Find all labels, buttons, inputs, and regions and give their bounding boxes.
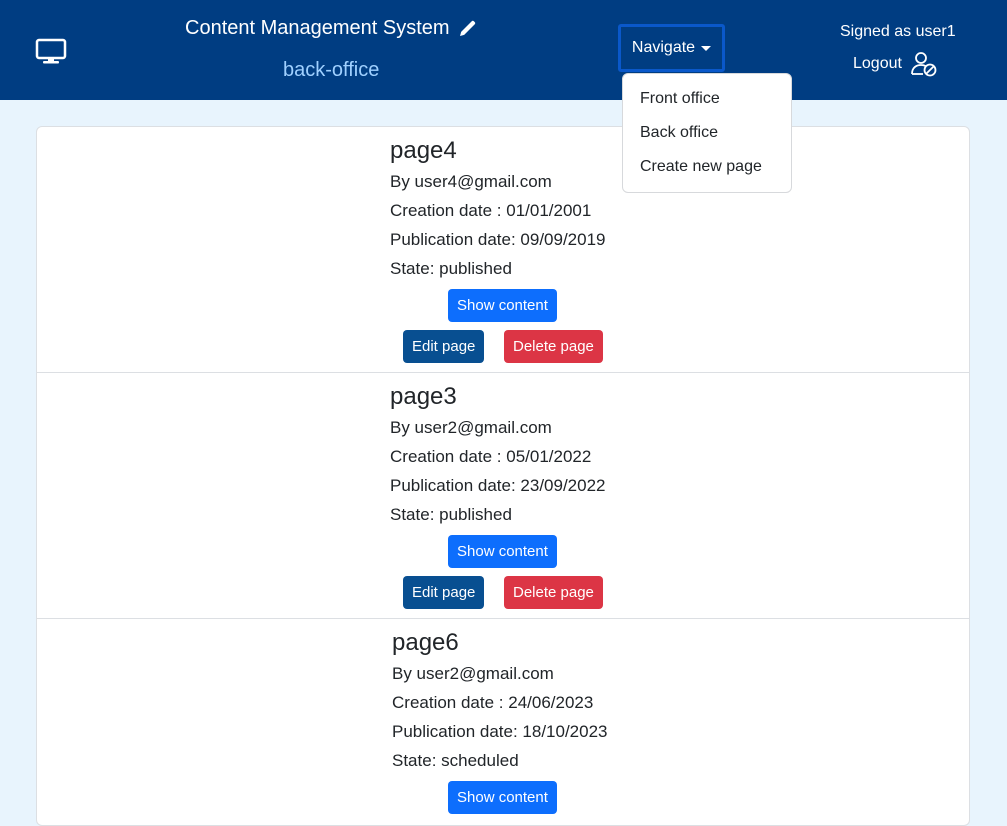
page-list-item: page6 By user2@gmail.com Creation date :…	[37, 619, 969, 825]
page-state: State: scheduled	[392, 751, 519, 770]
page-creation-date: Creation date : 01/01/2001	[390, 201, 592, 220]
page-list-item: page4 By user4@gmail.com Creation date :…	[37, 127, 969, 373]
page-state: State: published	[390, 259, 512, 278]
delete-page-button[interactable]: Delete page	[504, 576, 603, 609]
menu-item-back-office[interactable]: Back office	[623, 116, 791, 150]
page-publication-date: Publication date: 23/09/2022	[390, 476, 606, 495]
page-details: page4 By user4@gmail.com Creation date :…	[390, 127, 606, 288]
page-author: By user2@gmail.com	[392, 664, 554, 683]
page-author: By user4@gmail.com	[390, 172, 552, 191]
delete-page-button[interactable]: Delete page	[504, 330, 603, 363]
monitor-icon[interactable]	[35, 37, 67, 65]
app-subtitle: back-office	[283, 59, 380, 81]
logout-button[interactable]: Logout	[853, 50, 938, 78]
pages-card: page4 By user4@gmail.com Creation date :…	[36, 126, 970, 826]
edit-page-button[interactable]: Edit page	[403, 330, 485, 363]
pencil-icon[interactable]	[458, 20, 476, 38]
menu-item-front-office[interactable]: Front office	[623, 82, 791, 116]
page-details: page3 By user2@gmail.com Creation date :…	[390, 373, 606, 534]
edit-page-button[interactable]: Edit page	[403, 576, 485, 609]
navbar: Content Management System back-office Na…	[0, 0, 1007, 100]
show-content-button[interactable]: Show content	[448, 781, 557, 814]
user-block-icon	[911, 52, 937, 77]
brand-title: Content Management System	[185, 17, 476, 40]
page-creation-date: Creation date : 24/06/2023	[392, 693, 594, 712]
caret-down-icon	[701, 45, 712, 51]
app-title: Content Management System	[185, 17, 450, 39]
navigate-dropdown-menu: Front office Back office Create new page	[622, 73, 792, 193]
show-content-button[interactable]: Show content	[448, 289, 557, 322]
logout-label: Logout	[853, 55, 902, 72]
navigate-dropdown-button[interactable]: Navigate	[618, 24, 725, 72]
page-author: By user2@gmail.com	[390, 418, 552, 437]
page-details: page6 By user2@gmail.com Creation date :…	[392, 619, 608, 780]
navigate-label: Navigate	[631, 39, 696, 56]
page-title: page3	[390, 383, 457, 410]
page-publication-date: Publication date: 09/09/2019	[390, 230, 606, 249]
signed-in-text: Signed as user1	[840, 23, 956, 40]
menu-item-create-new-page[interactable]: Create new page	[623, 150, 791, 184]
page-publication-date: Publication date: 18/10/2023	[392, 722, 608, 741]
page-state: State: published	[390, 505, 512, 524]
show-content-button[interactable]: Show content	[448, 535, 557, 568]
page-title: page6	[392, 629, 459, 656]
page-creation-date: Creation date : 05/01/2022	[390, 447, 592, 466]
page-list-item: page3 By user2@gmail.com Creation date :…	[37, 373, 969, 619]
page-title: page4	[390, 137, 457, 164]
